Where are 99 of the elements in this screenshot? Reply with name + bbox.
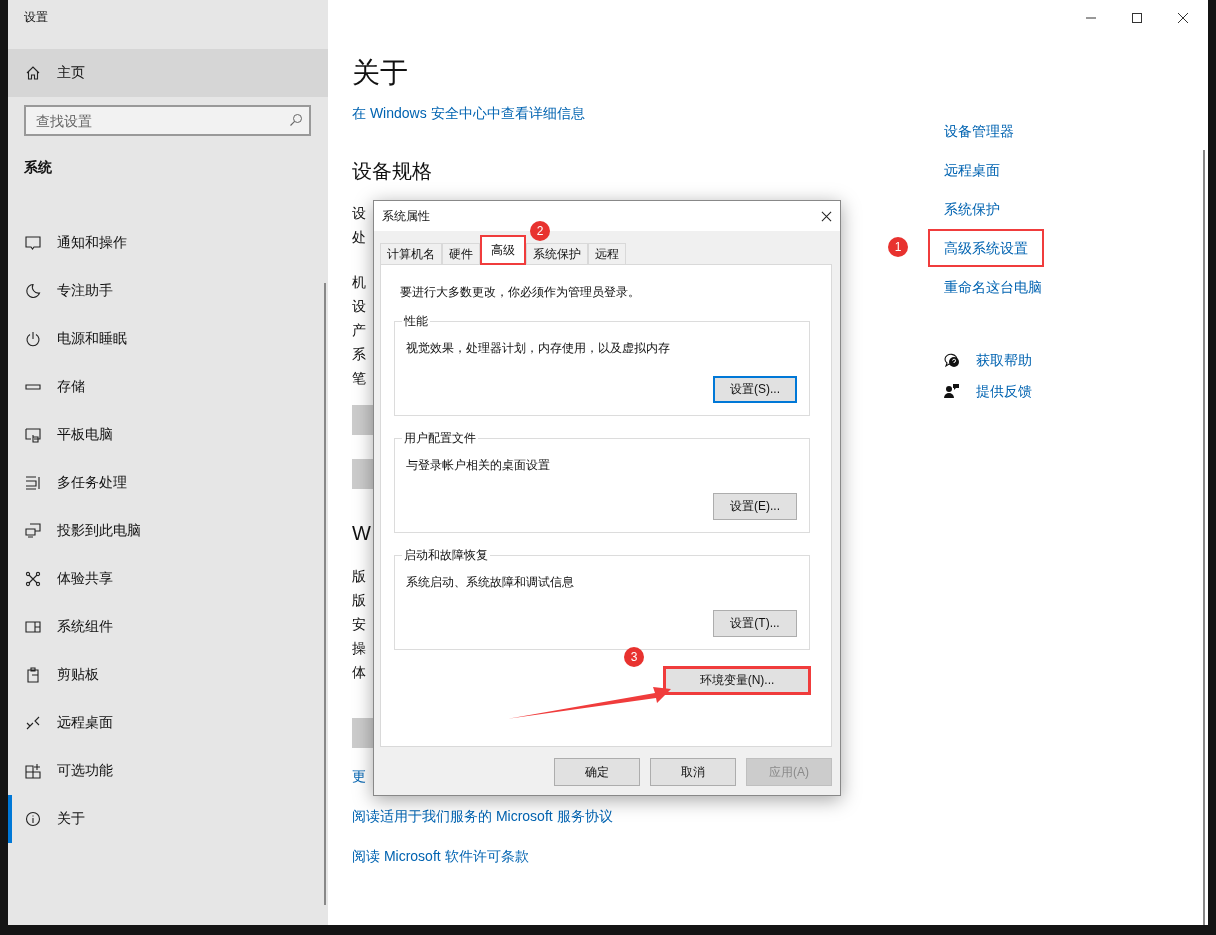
spec-text: 版 <box>352 567 366 586</box>
home-item[interactable]: 主页 <box>8 49 328 97</box>
environment-variables-button[interactable]: 环境变量(N)... <box>664 667 810 694</box>
message-icon <box>25 235 41 251</box>
spec-text: 版 <box>352 591 366 610</box>
spec-text: 设 <box>352 297 366 316</box>
item-label: 平板电脑 <box>57 426 113 444</box>
help-link[interactable]: 获取帮助 <box>976 347 1032 372</box>
item-label: 电源和睡眠 <box>57 330 127 348</box>
step-badge: 1 <box>888 237 908 257</box>
item-label: 通知和操作 <box>57 234 127 252</box>
sidebar-item[interactable]: 可选功能 <box>8 747 328 795</box>
spec-text: 笔 <box>352 369 366 388</box>
sidebar-item[interactable]: 体验共享 <box>8 555 328 603</box>
group-title: 启动和故障恢复 <box>403 547 489 564</box>
spec-text: 处 <box>352 228 366 247</box>
section-heading: 设备规格 <box>352 159 432 184</box>
sidebar-item[interactable]: 剪贴板 <box>8 651 328 699</box>
power-icon <box>25 331 41 347</box>
sidebar-item[interactable]: 通知和操作 <box>8 219 328 267</box>
item-label: 关于 <box>57 810 85 828</box>
search-field[interactable]: 查找设置 <box>24 105 311 136</box>
link[interactable]: 更 <box>352 764 366 788</box>
settings-button[interactable]: 设置(T)... <box>713 610 797 637</box>
scrollbar[interactable] <box>1203 150 1205 925</box>
license-link[interactable]: 阅读 Microsoft 软件许可条款 <box>352 844 529 868</box>
related-link[interactable]: 设备管理器 <box>928 111 1030 150</box>
close-icon[interactable] <box>821 210 832 222</box>
spec-text: 机 <box>352 273 366 292</box>
search-icon <box>289 113 303 127</box>
moon-icon <box>25 283 41 299</box>
group-description: 系统启动、系统故障和调试信息 <box>406 574 575 591</box>
share-icon <box>25 571 41 587</box>
tab[interactable]: 系统保护 <box>526 243 588 264</box>
sidebar-item[interactable]: 专注助手 <box>8 267 328 315</box>
spec-text: 安 <box>352 615 366 634</box>
remote-icon <box>25 715 41 731</box>
item-label: 投影到此电脑 <box>57 522 141 540</box>
step-badge: 3 <box>624 647 644 667</box>
item-label: 存储 <box>57 378 85 396</box>
spec-text: 产 <box>352 321 366 340</box>
item-label: 可选功能 <box>57 762 113 780</box>
step-badge: 2 <box>530 221 550 241</box>
related-link[interactable]: 重命名这台电脑 <box>928 267 1058 306</box>
settings-button[interactable]: 设置(S)... <box>713 376 797 403</box>
license-link[interactable]: 阅读适用于我们服务的 Microsoft 服务协议 <box>352 804 613 828</box>
help-link[interactable]: 提供反馈 <box>976 378 1032 403</box>
tab[interactable]: 远程 <box>588 243 626 264</box>
home-icon <box>25 65 41 81</box>
tab[interactable]: 硬件 <box>442 243 480 264</box>
sidebar-item[interactable]: 电源和睡眠 <box>8 315 328 363</box>
group-title: 用户配置文件 <box>403 430 477 447</box>
related-link[interactable]: 高级系统设置 <box>928 228 1044 267</box>
spec-text: 系 <box>352 345 366 364</box>
info-icon <box>25 811 41 827</box>
spec-text: 体 <box>352 663 366 682</box>
section-title: 系统 <box>24 158 53 177</box>
tablet-icon <box>25 427 41 443</box>
panel-icon <box>25 619 41 635</box>
sidebar-item[interactable]: 远程桌面 <box>8 699 328 747</box>
sidebar-item[interactable]: 平板电脑 <box>8 411 328 459</box>
window-title: 设置 <box>23 9 49 26</box>
security-link[interactable]: 在 Windows 安全中心中查看详细信息 <box>352 101 585 125</box>
item-label: 剪贴板 <box>57 666 99 684</box>
admin-note: 要进行大多数更改，你必须作为管理员登录。 <box>400 284 641 301</box>
maximize-icon[interactable] <box>1131 11 1143 24</box>
home-label: 主页 <box>57 64 85 82</box>
tab[interactable]: 高级 <box>480 235 526 265</box>
item-label: 远程桌面 <box>57 714 113 732</box>
clipboard-icon <box>25 667 41 683</box>
group-description: 与登录帐户相关的桌面设置 <box>406 457 551 474</box>
related-link[interactable]: 远程桌面 <box>928 150 1016 189</box>
projector-icon <box>25 523 41 539</box>
feedback-icon <box>944 382 960 399</box>
sidebar-item[interactable]: 多任务处理 <box>8 459 328 507</box>
settings-button[interactable]: 设置(E)... <box>713 493 797 520</box>
spec-text: 设 <box>352 204 366 223</box>
item-label: 专注助手 <box>57 282 113 300</box>
window-icon <box>25 475 41 491</box>
tab[interactable]: 计算机名 <box>380 243 442 264</box>
item-label: 体验共享 <box>57 570 113 588</box>
page-title: 关于 <box>352 56 408 90</box>
sidebar-item[interactable]: 投影到此电脑 <box>8 507 328 555</box>
sidebar-item[interactable]: 存储 <box>8 363 328 411</box>
related-link[interactable]: 系统保护 <box>928 189 1016 228</box>
close-icon[interactable] <box>1177 11 1189 24</box>
group-description: 视觉效果，处理器计划，内存使用，以及虚拟内存 <box>406 340 671 357</box>
group-title: 性能 <box>403 313 429 330</box>
item-label: 系统组件 <box>57 618 113 636</box>
dialog-button[interactable]: 确定 <box>554 758 640 786</box>
dialog-title: 系统属性 <box>382 207 430 225</box>
grid-plus-icon <box>25 763 41 779</box>
sidebar-item[interactable]: 系统组件 <box>8 603 328 651</box>
dialog-button[interactable]: 取消 <box>650 758 736 786</box>
item-label: 多任务处理 <box>57 474 127 492</box>
scrollbar[interactable] <box>324 283 326 905</box>
help-chat-icon <box>944 351 960 368</box>
section-heading: W <box>352 521 371 546</box>
spec-text: 操 <box>352 639 366 658</box>
